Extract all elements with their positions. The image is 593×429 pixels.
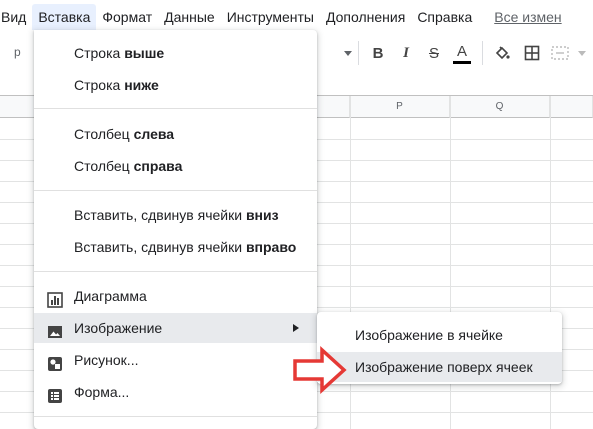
menu-addons[interactable]: Дополнения bbox=[320, 4, 411, 30]
image-submenu: Изображение в ячейке Изображение поверх … bbox=[317, 312, 562, 384]
menu-item-label-bold: вниз bbox=[245, 207, 279, 223]
insert-drawing[interactable]: Рисунок... bbox=[34, 345, 317, 375]
insert-chart[interactable]: Диаграмма bbox=[34, 281, 317, 311]
menu-item-label: Столбец bbox=[74, 158, 134, 174]
chart-icon bbox=[47, 288, 63, 308]
menu-item-label-bold: справа bbox=[133, 158, 183, 174]
merge-dropdown-icon[interactable] bbox=[578, 51, 586, 56]
submenu-arrow-icon bbox=[293, 324, 299, 332]
menu-insert[interactable]: Вставка bbox=[32, 3, 97, 30]
menu-divider bbox=[34, 108, 317, 109]
borders-icon[interactable] bbox=[520, 41, 544, 65]
menu-divider bbox=[34, 271, 317, 272]
drawing-icon bbox=[47, 352, 63, 371]
insert-row-below[interactable]: Строка ниже bbox=[34, 70, 317, 100]
menu-item-label-bold: ниже bbox=[124, 77, 159, 93]
italic-button[interactable]: I bbox=[394, 41, 418, 65]
menu-item-label: Изображение bbox=[74, 320, 163, 336]
merge-cells-icon[interactable] bbox=[548, 41, 572, 65]
menu-item-label: Форма... bbox=[74, 384, 130, 400]
menu-item-label: Вставить, сдвинув ячейки bbox=[74, 207, 246, 223]
text-color-letter: A bbox=[456, 42, 467, 60]
menu-format[interactable]: Формат bbox=[96, 4, 158, 30]
image-icon bbox=[47, 320, 63, 338]
menu-item-label-bold: вправо bbox=[245, 239, 297, 255]
insert-image[interactable]: Изображение bbox=[34, 313, 317, 343]
column-header-p[interactable]: P bbox=[350, 96, 450, 118]
menu-bar: Вид Вставка Формат Данные Инструменты До… bbox=[0, 0, 593, 33]
menu-item-label: Строка bbox=[74, 45, 125, 61]
text-color-swatch bbox=[453, 60, 471, 64]
menu-item-label: Рисунок... bbox=[74, 352, 139, 368]
insert-column-left[interactable]: Столбец слева bbox=[34, 119, 317, 149]
image-over-cells-option[interactable]: Изображение поверх ячеек bbox=[317, 352, 562, 382]
menu-item-label: Строка bbox=[74, 77, 125, 93]
menu-divider bbox=[34, 416, 317, 417]
font-size-dropdown-icon[interactable] bbox=[344, 51, 352, 56]
insert-form[interactable]: Форма... bbox=[34, 377, 317, 407]
toolbar-divider bbox=[358, 41, 359, 65]
column-header-next[interactable] bbox=[550, 96, 593, 118]
form-icon bbox=[47, 384, 63, 403]
insert-menu: Строка выше Строка ниже Столбец слева Ст… bbox=[34, 30, 317, 429]
menu-divider bbox=[34, 190, 317, 191]
insert-cells-shift-right[interactable]: Вставить, сдвинув ячейки вправо bbox=[34, 232, 317, 262]
text-color-button[interactable]: A bbox=[450, 41, 474, 65]
menu-item-label: Диаграмма bbox=[74, 288, 147, 304]
menu-view[interactable]: Вид bbox=[0, 4, 32, 30]
menu-tools[interactable]: Инструменты bbox=[221, 4, 320, 30]
insert-cells-shift-down[interactable]: Вставить, сдвинув ячейки вниз bbox=[34, 200, 317, 230]
menu-item-label-bold: слева bbox=[133, 126, 175, 142]
annotation-arrow-icon bbox=[293, 346, 347, 394]
menu-data[interactable]: Данные bbox=[158, 4, 221, 30]
fill-color-icon[interactable] bbox=[490, 41, 514, 65]
column-header-q[interactable]: Q bbox=[450, 96, 550, 118]
menu-item-label-bold: выше bbox=[124, 45, 165, 61]
insert-column-right[interactable]: Столбец справа bbox=[34, 151, 317, 181]
bold-button[interactable]: B bbox=[366, 41, 390, 65]
insert-row-above[interactable]: Строка выше bbox=[34, 38, 317, 68]
font-name-fragment[interactable]: р bbox=[14, 45, 21, 59]
menu-item-label: Вставить, сдвинув ячейки bbox=[74, 239, 246, 255]
toolbar-divider bbox=[482, 41, 483, 65]
image-in-cell-option[interactable]: Изображение в ячейке bbox=[317, 320, 562, 350]
menu-item-label: Столбец bbox=[74, 126, 134, 142]
menu-help[interactable]: Справка bbox=[411, 4, 478, 30]
last-edit-link[interactable]: Все измен bbox=[478, 4, 567, 30]
strikethrough-button[interactable]: S bbox=[422, 41, 446, 65]
